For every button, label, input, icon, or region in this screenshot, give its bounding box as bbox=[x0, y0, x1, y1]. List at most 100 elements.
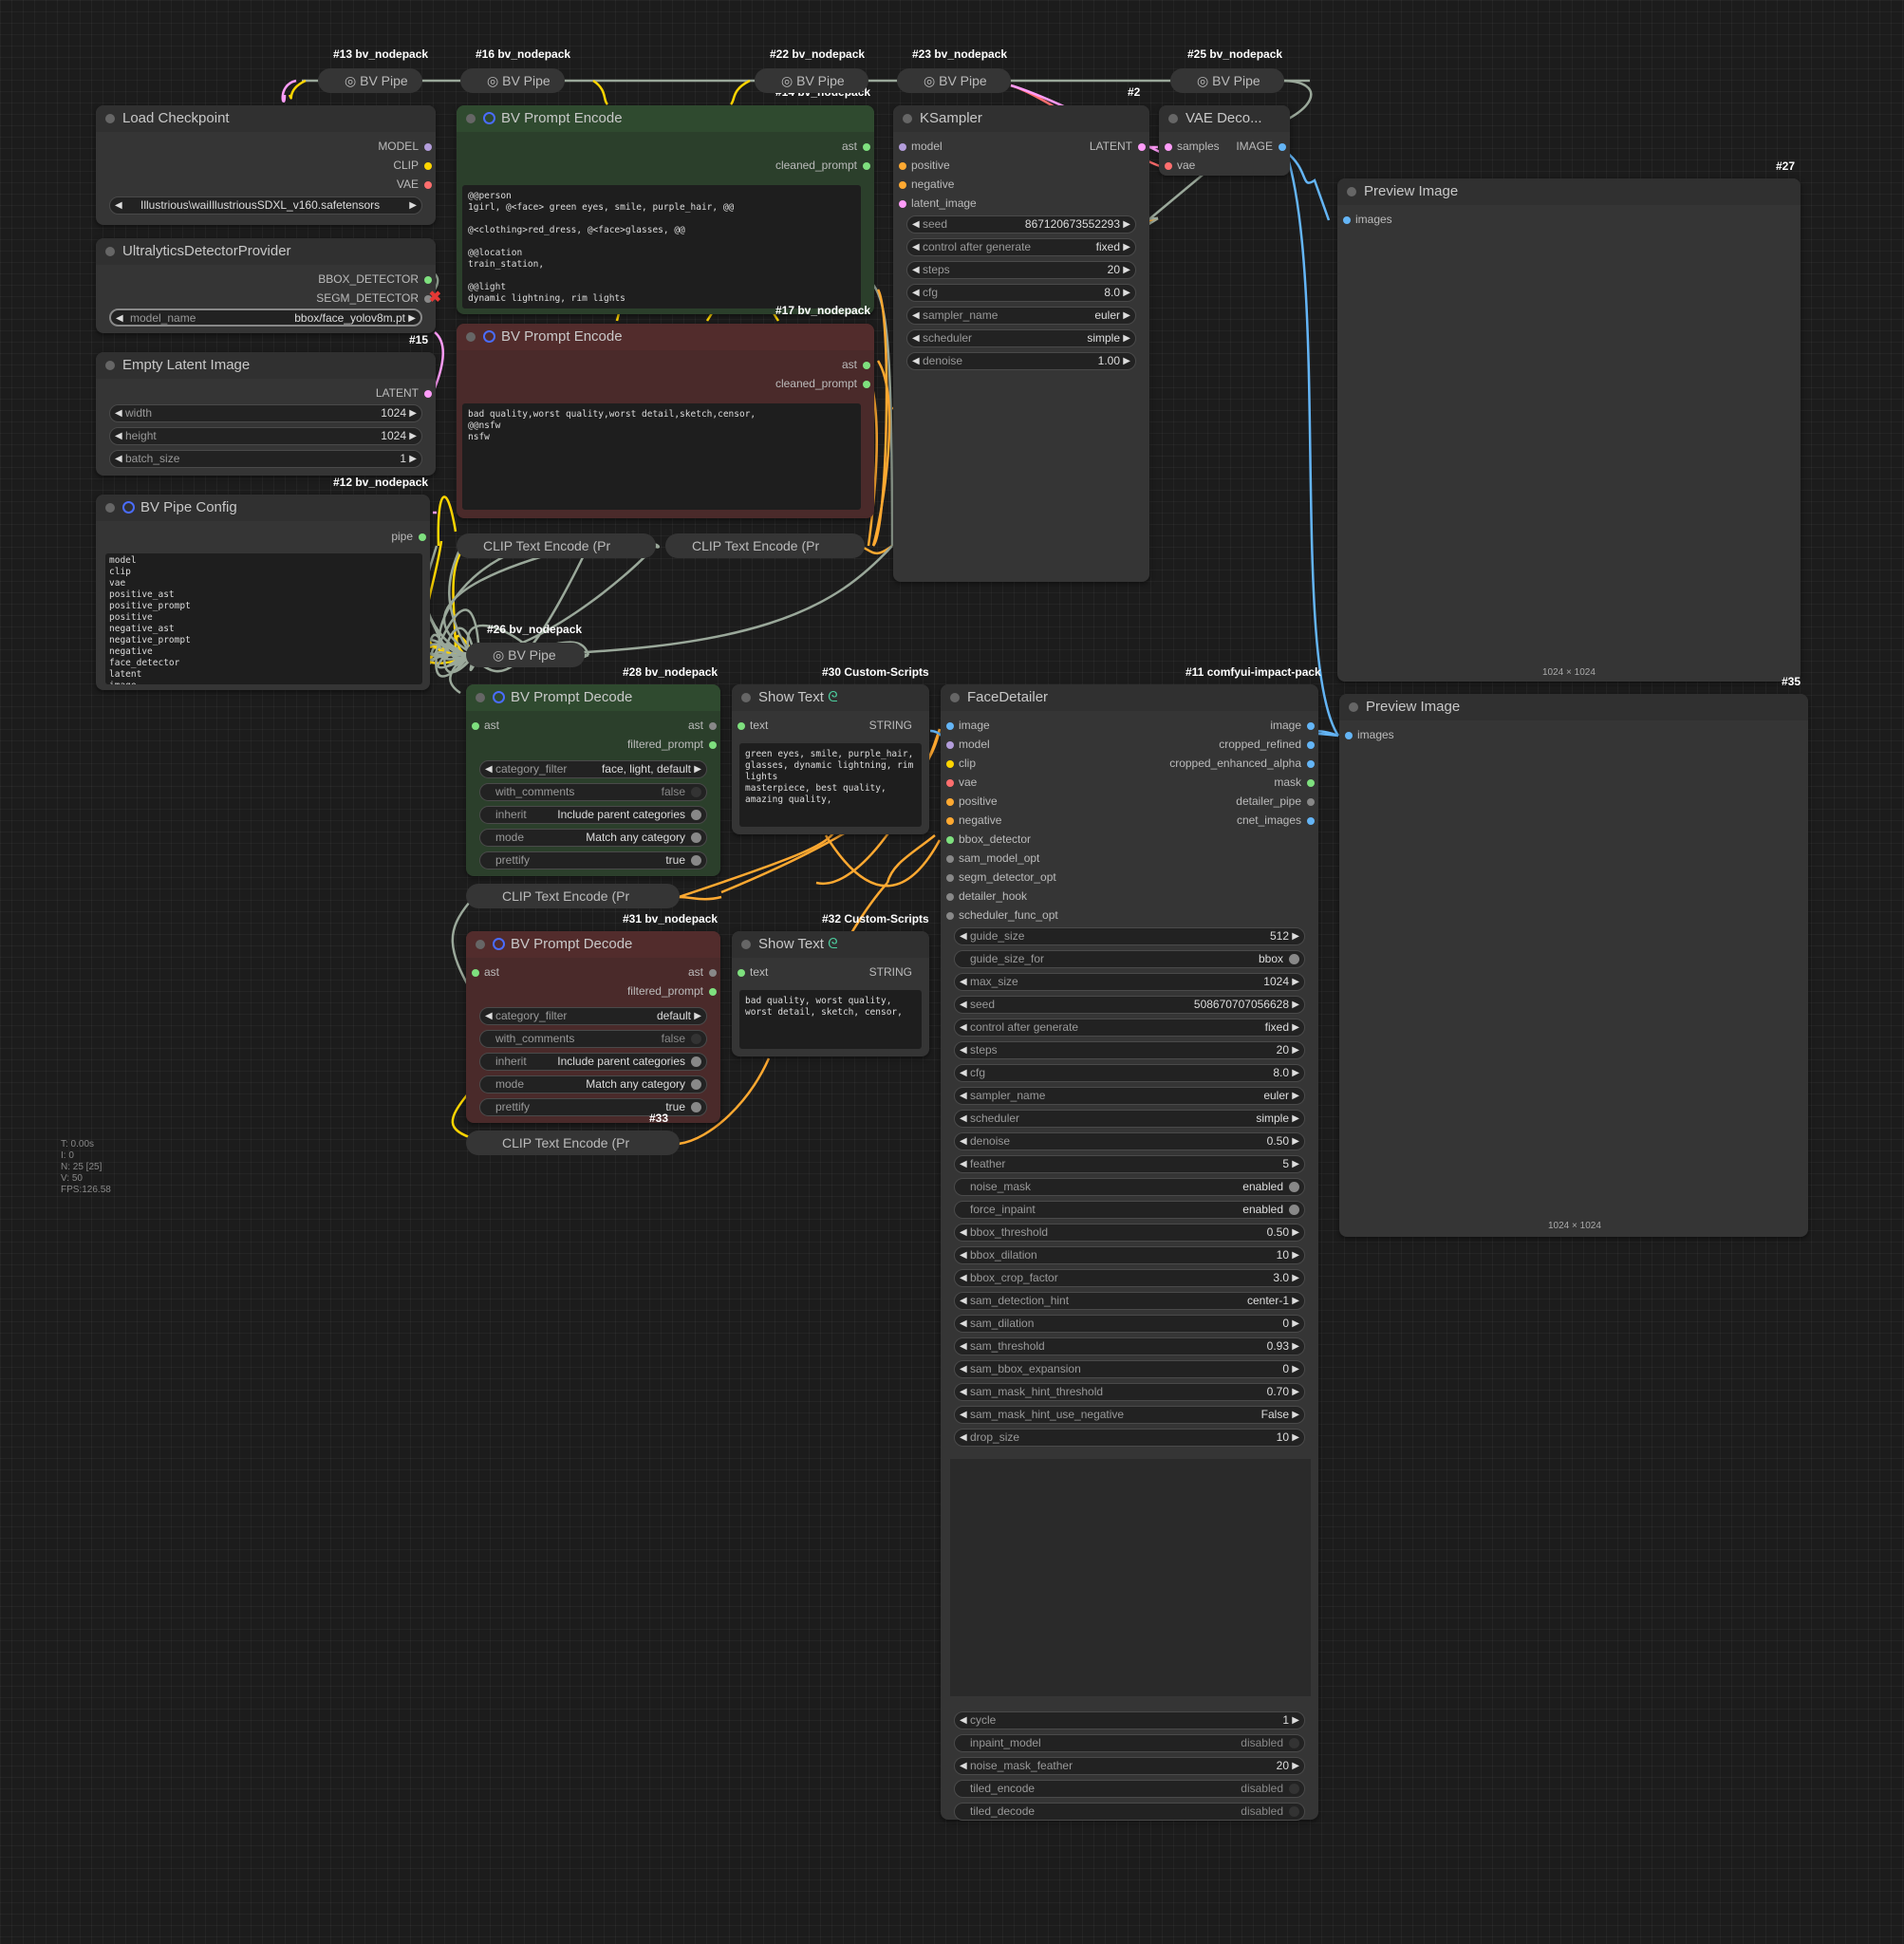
arrow-right-icon[interactable]: ▶ bbox=[1123, 330, 1130, 346]
ckpt-name-combo[interactable]: ◀ Illustrious\waiIllustriousSDXL_v160.sa… bbox=[109, 196, 422, 215]
output-pin[interactable] bbox=[1307, 798, 1315, 806]
arrow-right-icon[interactable]: ▶ bbox=[1292, 974, 1299, 990]
arrow-left-icon[interactable]: ◀ bbox=[960, 1111, 967, 1127]
toggle-knob[interactable] bbox=[691, 832, 701, 843]
widget-row[interactable]: guide_size_for bbox bbox=[954, 950, 1305, 968]
clip-text-encode-node[interactable]: CLIP Text Encode (Pr bbox=[466, 884, 680, 908]
widget-row[interactable]: force_inpaint enabled bbox=[954, 1201, 1305, 1219]
widget-row[interactable]: mode Match any category bbox=[479, 1075, 707, 1094]
arrow-left-icon[interactable]: ◀ bbox=[485, 761, 493, 777]
output-pin[interactable] bbox=[1307, 741, 1315, 749]
input-pin[interactable] bbox=[946, 760, 954, 768]
collapse-dot[interactable] bbox=[1347, 187, 1356, 196]
bv-prompt-encode-negative-node[interactable]: BV Prompt Encode ast cleaned_prompt bad … bbox=[457, 324, 874, 518]
bv-pipe-node-25[interactable]: ◎ BV Pipe bbox=[1170, 68, 1284, 93]
widget-row[interactable]: ◀ sam_mask_hint_use_negative False ▶ bbox=[954, 1406, 1305, 1424]
arrow-right-icon[interactable]: ▶ bbox=[1292, 997, 1299, 1013]
samples-input-pin[interactable] bbox=[1165, 143, 1172, 151]
arrow-right-icon[interactable]: ▶ bbox=[1292, 1293, 1299, 1309]
model-name-combo[interactable]: ◀ model_name bbox/face_yolov8m.pt ▶ bbox=[109, 308, 422, 327]
toggle-knob[interactable] bbox=[1289, 1806, 1299, 1817]
bv-pipe-node-16[interactable]: ◎ BV Pipe bbox=[460, 68, 565, 93]
ast-input-pin[interactable] bbox=[472, 722, 479, 730]
arrow-left-icon[interactable]: ◀ bbox=[960, 1088, 967, 1104]
cleaned-prompt-output-pin[interactable] bbox=[863, 381, 870, 388]
input-pin[interactable] bbox=[946, 817, 954, 825]
bv-pipe-node-26[interactable]: ◎ BV Pipe bbox=[466, 643, 585, 667]
cleaned-prompt-output-pin[interactable] bbox=[863, 162, 870, 170]
widget-row[interactable]: ◀ seed 508670707056628 ▶ bbox=[954, 996, 1305, 1014]
arrow-right-icon[interactable]: ▶ bbox=[1292, 1065, 1299, 1081]
widget-row[interactable]: mode Match any category bbox=[479, 829, 707, 847]
arrow-left-icon[interactable]: ◀ bbox=[960, 1712, 967, 1729]
arrow-right-icon[interactable]: ▶ bbox=[1123, 239, 1130, 255]
arrow-right-icon[interactable]: ▶ bbox=[1123, 285, 1130, 301]
arrow-right-icon[interactable]: ▶ bbox=[1292, 1111, 1299, 1127]
input-pin[interactable] bbox=[946, 798, 954, 806]
arrow-left-icon[interactable]: ◀ bbox=[115, 405, 122, 421]
widget-row[interactable]: ◀ cycle 1 ▶ bbox=[954, 1711, 1305, 1729]
toggle-knob[interactable] bbox=[691, 1056, 701, 1067]
widget-row[interactable]: ◀ bbox_dilation 10 ▶ bbox=[954, 1246, 1305, 1264]
widget-row[interactable]: ◀ category_filter face, light, default ▶ bbox=[479, 760, 707, 778]
preview-image-node[interactable]: Preview Image images 1024 × 1024 bbox=[1339, 694, 1808, 1237]
arrow-right-icon[interactable]: ▶ bbox=[694, 1008, 701, 1024]
arrow-right-icon[interactable]: ▶ bbox=[1292, 1270, 1299, 1286]
collapse-dot[interactable] bbox=[105, 361, 115, 370]
text-input-pin[interactable] bbox=[737, 722, 745, 730]
input-pin[interactable] bbox=[946, 912, 954, 920]
ultralytics-detector-node[interactable]: UltralyticsDetectorProvider BBOX_DETECTO… bbox=[96, 238, 441, 333]
widget-row[interactable]: ◀ denoise 1.00 ▶ bbox=[906, 352, 1136, 370]
arrow-left-icon[interactable]: ◀ bbox=[960, 1361, 967, 1377]
arrow-right-icon[interactable]: ▶ bbox=[1292, 1133, 1299, 1150]
bv-pipe-node-23[interactable]: ◎ BV Pipe bbox=[897, 68, 1011, 93]
arrow-left-icon[interactable]: ◀ bbox=[960, 1293, 967, 1309]
toggle-knob[interactable] bbox=[691, 1079, 701, 1090]
bv-prompt-decode-positive-node[interactable]: BV Prompt Decode ast ast filtered_prompt… bbox=[466, 684, 720, 876]
widget-row[interactable]: ◀ steps 20 ▶ bbox=[954, 1041, 1305, 1059]
widget-row[interactable]: ◀ feather 5 ▶ bbox=[954, 1155, 1305, 1173]
toggle-knob[interactable] bbox=[691, 855, 701, 866]
toggle-knob[interactable] bbox=[691, 810, 701, 820]
toggle-knob[interactable] bbox=[1289, 1738, 1299, 1748]
arrow-left-icon[interactable]: ◀ bbox=[960, 1133, 967, 1150]
vae-decode-node[interactable]: VAE Deco... samples vae IMAGE bbox=[1159, 105, 1290, 176]
text-input-pin[interactable] bbox=[737, 969, 745, 977]
widget-row[interactable]: ◀ sam_detection_hint center-1 ▶ bbox=[954, 1292, 1305, 1310]
output-pin[interactable] bbox=[1307, 760, 1315, 768]
widget-row[interactable]: tiled_decode disabled bbox=[954, 1803, 1305, 1821]
arrow-right-icon[interactable]: ▶ bbox=[694, 761, 701, 777]
widget-row[interactable]: ◀ bbox_crop_factor 3.0 ▶ bbox=[954, 1269, 1305, 1287]
widget-row[interactable]: ◀ steps 20 ▶ bbox=[906, 261, 1136, 279]
arrow-left-icon[interactable]: ◀ bbox=[912, 285, 920, 301]
widget-row[interactable]: ◀ scheduler simple ▶ bbox=[906, 329, 1136, 347]
clip-text-encode-node[interactable]: CLIP Text Encode (Pr bbox=[466, 1131, 680, 1155]
empty-latent-node[interactable]: Empty Latent Image LATENT ◀ width 1024 ▶ ◀… bbox=[96, 352, 436, 476]
toggle-knob[interactable] bbox=[691, 787, 701, 797]
arrow-left-icon[interactable]: ◀ bbox=[960, 974, 967, 990]
collapse-dot[interactable] bbox=[105, 503, 115, 513]
arrow-left-icon[interactable]: ◀ bbox=[960, 997, 967, 1013]
filtered-prompt-output-pin[interactable] bbox=[709, 988, 717, 996]
model-output-pin[interactable] bbox=[424, 143, 432, 151]
widget-row[interactable]: ◀ sam_threshold 0.93 ▶ bbox=[954, 1337, 1305, 1355]
ast-output-pin[interactable] bbox=[863, 143, 870, 151]
clip-text-encode-node[interactable]: CLIP Text Encode (Pr bbox=[457, 533, 656, 558]
preview-image-node[interactable]: Preview Image images 1024 × 1024 bbox=[1337, 178, 1801, 682]
widget-row[interactable]: ◀ noise_mask_feather 20 ▶ bbox=[954, 1757, 1305, 1775]
ksampler-node[interactable]: KSampler model positive negative latent_… bbox=[893, 105, 1149, 582]
arrow-left-icon[interactable]: ◀ bbox=[485, 1008, 493, 1024]
positive-input-pin[interactable] bbox=[899, 162, 906, 170]
arrow-right-icon[interactable]: ▶ bbox=[1292, 1224, 1299, 1241]
bbox-output-pin[interactable] bbox=[424, 276, 432, 284]
input-pin[interactable] bbox=[946, 836, 954, 844]
widget-row[interactable]: ◀ bbox_threshold 0.50 ▶ bbox=[954, 1224, 1305, 1242]
arrow-right-icon[interactable]: ▶ bbox=[1292, 1407, 1299, 1423]
ast-output-pin[interactable] bbox=[709, 722, 717, 730]
widget-row[interactable]: with_comments false bbox=[479, 1030, 707, 1048]
ast-output-pin[interactable] bbox=[709, 969, 717, 977]
widget-row[interactable]: ◀ cfg 8.0 ▶ bbox=[906, 284, 1136, 302]
pipe-output-pin[interactable] bbox=[419, 533, 426, 541]
arrow-right-icon[interactable]: ▶ bbox=[409, 451, 417, 467]
clip-text-encode-node[interactable]: CLIP Text Encode (Pr bbox=[665, 533, 865, 558]
